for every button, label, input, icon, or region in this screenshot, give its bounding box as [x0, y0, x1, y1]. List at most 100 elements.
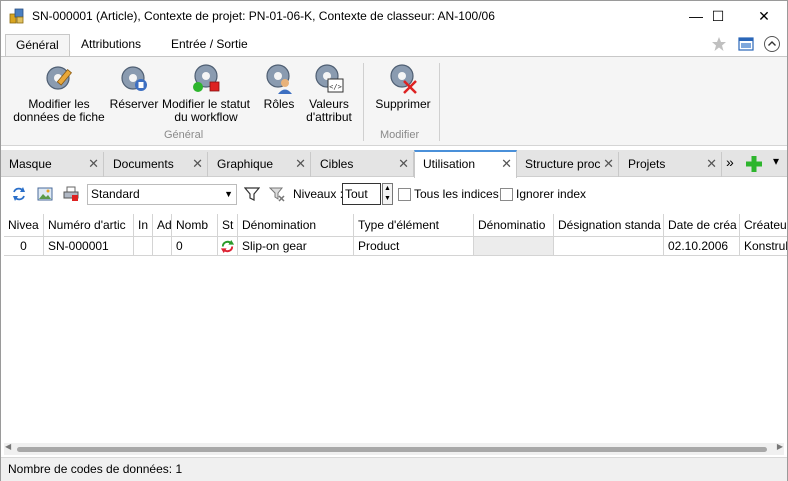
- add-tab-icon[interactable]: [745, 155, 763, 173]
- ignore-index-checkbox[interactable]: [500, 188, 513, 201]
- ribbon-panel: Modifier les données de fiche Réserver M…: [1, 56, 787, 146]
- star-icon[interactable]: [711, 36, 727, 52]
- edit-gear-icon: [46, 66, 73, 90]
- column-header[interactable]: Dénomination: [238, 214, 354, 237]
- cell-level: 0: [4, 237, 44, 256]
- group-separator: [363, 63, 364, 141]
- roles-label: Rôles: [263, 97, 295, 111]
- delete-label: Supprimer: [375, 97, 431, 111]
- ribbon-tab-input-output[interactable]: Entrée / Sortie: [161, 34, 258, 56]
- tab-projets[interactable]: Projets ✕: [620, 152, 722, 177]
- attribute-gear-icon: </>: [315, 64, 344, 93]
- column-header[interactable]: Ad: [153, 214, 172, 237]
- cell-creation-date: 02.10.2006: [664, 237, 740, 256]
- tab-label: Projets: [628, 157, 666, 171]
- spin-up-icon[interactable]: ▲: [384, 185, 391, 193]
- tabs-dropdown-button[interactable]: ▾: [773, 154, 779, 168]
- ribbon-tab-bar: Général Attributions Entrée / Sortie: [1, 31, 787, 56]
- workflow-gear-icon: [193, 64, 220, 92]
- tab-graphique[interactable]: Graphique ✕: [209, 152, 311, 177]
- delete-button[interactable]: Supprimer: [371, 61, 435, 111]
- ribbon-tab-general[interactable]: Général: [5, 34, 70, 56]
- levels-spinner[interactable]: ▲ ▼: [382, 183, 393, 205]
- document-tab-bar: Masque ✕ Documents ✕ Graphique ✕ Cibles ✕ Ut…: [1, 150, 787, 178]
- tab-label: Utilisation: [423, 157, 476, 171]
- status-bar: Nombre de codes de données: 1: [1, 457, 787, 481]
- roles-gear-icon: [266, 64, 292, 94]
- delete-gear-icon: [390, 64, 417, 94]
- levels-label: Niveaux :: [293, 187, 344, 201]
- ribbon-tab-attributions[interactable]: Attributions: [71, 34, 151, 56]
- clear-filter-icon[interactable]: [269, 186, 285, 202]
- table-row[interactable]: 0 SN-000001 0 Slip-on gear Product 02.10…: [4, 237, 787, 256]
- close-tab-icon[interactable]: ✕: [295, 152, 306, 176]
- tab-label: Masque: [9, 157, 52, 171]
- tab-cibles[interactable]: Cibles ✕: [312, 152, 414, 177]
- tab-documents[interactable]: Documents ✕: [105, 152, 208, 177]
- levels-input[interactable]: Tout: [342, 183, 381, 205]
- ignore-index-label: Ignorer index: [516, 187, 587, 201]
- horizontal-scrollbar[interactable]: ◀ ▶: [4, 442, 784, 455]
- edit-record-button[interactable]: Modifier les données de fiche: [11, 61, 107, 124]
- column-header[interactable]: Date de créa: [664, 214, 740, 237]
- record-count-text: Nombre de codes de données: 1: [8, 462, 183, 476]
- tab-masque[interactable]: Masque ✕: [1, 152, 104, 177]
- column-header[interactable]: Type d'élément: [354, 214, 474, 237]
- maximize-button[interactable]: ☐: [695, 1, 741, 31]
- chevron-down-icon: ▼: [224, 189, 233, 199]
- workflow-status-label-2: du workflow: [174, 110, 238, 124]
- tab-utilisation[interactable]: Utilisation ✕: [414, 150, 517, 178]
- print-icon[interactable]: [63, 186, 79, 202]
- cell-standard-designation: [554, 237, 664, 256]
- scrollbar-thumb[interactable]: [17, 447, 767, 452]
- cell-index: [134, 237, 153, 256]
- tab-structure-proc[interactable]: Structure proc ✕: [517, 152, 619, 177]
- title-bar: SN-000001 (Article), Contexte de projet:…: [1, 1, 787, 31]
- cell-creator: Konstruk: [740, 237, 787, 256]
- cell-denomination-2: [474, 237, 554, 256]
- levels-value: Tout: [345, 187, 368, 201]
- tab-label: Cibles: [320, 157, 354, 171]
- group-label-general: Général: [164, 129, 204, 141]
- tab-label: Graphique: [217, 157, 274, 171]
- close-tab-icon[interactable]: ✕: [398, 152, 409, 176]
- close-tab-icon[interactable]: ✕: [603, 152, 614, 176]
- article-icon: [9, 8, 24, 24]
- column-header[interactable]: Créateu: [740, 214, 787, 237]
- cell-ad: [153, 237, 172, 256]
- close-tab-icon[interactable]: ✕: [88, 152, 99, 176]
- column-header[interactable]: St: [218, 214, 238, 237]
- refresh-icon[interactable]: [11, 186, 27, 202]
- column-header[interactable]: Dénominatio: [474, 214, 554, 237]
- column-header[interactable]: Désignation standa: [554, 214, 664, 237]
- all-indices-label: Tous les indices: [414, 187, 499, 201]
- scroll-right-icon[interactable]: ▶: [777, 442, 783, 451]
- close-tab-icon[interactable]: ✕: [192, 152, 203, 176]
- close-tab-icon[interactable]: ✕: [706, 152, 717, 176]
- reserve-label: Réserver: [109, 97, 159, 111]
- column-header[interactable]: Numéro d'artic: [44, 214, 134, 237]
- filter-icon[interactable]: [244, 186, 260, 202]
- tab-label: Structure proc: [525, 157, 601, 171]
- column-header[interactable]: In: [134, 214, 153, 237]
- collapse-ribbon-icon[interactable]: [763, 35, 781, 53]
- image-view-icon[interactable]: [37, 186, 53, 202]
- window-title: SN-000001 (Article), Contexte de projet:…: [32, 9, 495, 23]
- svg-text:</>: </>: [329, 83, 342, 91]
- attribute-values-button[interactable]: </> Valeurs d'attribut: [301, 61, 357, 124]
- tabs-overflow-button[interactable]: »: [726, 154, 734, 170]
- spin-down-icon[interactable]: ▼: [384, 195, 391, 203]
- cell-status: [218, 237, 238, 256]
- window-layout-icon[interactable]: [738, 36, 754, 52]
- scroll-left-icon[interactable]: ◀: [5, 442, 11, 451]
- column-header[interactable]: Nivea: [4, 214, 44, 237]
- all-indices-checkbox[interactable]: [398, 188, 411, 201]
- attribute-values-label-2: d'attribut: [306, 110, 352, 124]
- close-button[interactable]: ✕: [741, 1, 787, 31]
- workflow-status-button[interactable]: Modifier le statut du workflow: [159, 61, 253, 124]
- roles-button[interactable]: Rôles: [259, 61, 299, 111]
- reserve-button[interactable]: Réserver: [109, 61, 159, 111]
- view-select[interactable]: Standard ▼: [87, 184, 237, 205]
- close-tab-icon[interactable]: ✕: [501, 152, 512, 176]
- column-header[interactable]: Nomb: [172, 214, 218, 237]
